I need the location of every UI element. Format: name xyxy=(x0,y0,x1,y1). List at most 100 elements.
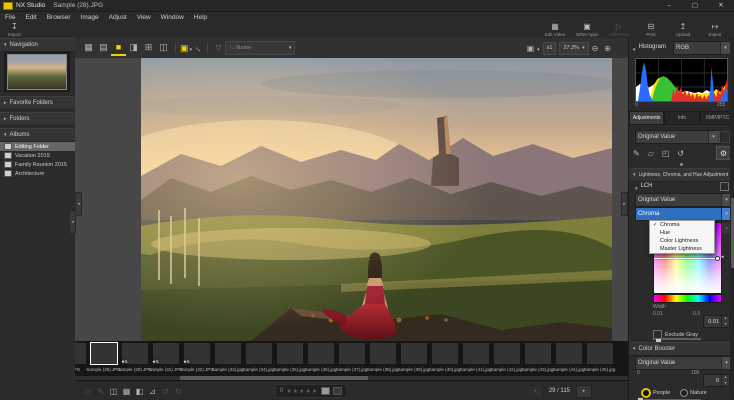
filter-icon[interactable]: ▽ xyxy=(216,44,221,52)
maximize-button[interactable]: ▢ xyxy=(682,0,708,11)
toolbar-button[interactable]: ↥ Upload xyxy=(670,23,696,37)
chevron-down-icon[interactable] xyxy=(537,43,540,53)
zoom-level-dropdown[interactable]: 27.2% xyxy=(559,42,588,55)
menu-item[interactable]: Adjust xyxy=(109,14,127,21)
adjustment-tool-icon[interactable]: ✎ xyxy=(633,149,640,158)
filmstrip-item[interactable]: Sample (36).jpg xyxy=(305,343,336,372)
adjustment-tool-icon[interactable]: ▱ xyxy=(648,149,654,158)
zoom-in-button[interactable]: ⊕ xyxy=(604,44,611,53)
lch-preset-dropdown[interactable]: Original Value xyxy=(635,193,734,207)
gear-icon[interactable]: ⚙ xyxy=(716,146,731,160)
exclude-gray-row[interactable]: Exclude Gray xyxy=(653,330,698,339)
toolbar-button[interactable]: ▷ Slideshow xyxy=(606,23,632,37)
chevron-down-icon[interactable] xyxy=(190,43,193,53)
albums-header[interactable]: Albums + xyxy=(0,128,83,142)
menu-option[interactable]: Master Lightness xyxy=(650,245,714,253)
status-tool-icon[interactable]: ▦ xyxy=(120,387,133,396)
inspector-tab[interactable]: XMP/IPTC xyxy=(700,111,734,125)
filmstrip-item[interactable]: Sample (33).jpg xyxy=(212,343,243,372)
inspector-tab[interactable]: Info xyxy=(664,111,699,125)
adjustments-preset-dropdown[interactable]: Original Value xyxy=(635,130,721,144)
filmstrip-item[interactable]: Sample (37).jpg xyxy=(336,343,367,372)
rating-box[interactable]: 0 ★★★★★ xyxy=(275,384,347,398)
menu-option[interactable]: ✓ Chroma xyxy=(650,221,714,229)
menu-item[interactable]: Browser xyxy=(47,14,71,21)
status-tool-icon[interactable]: ◧ xyxy=(133,387,146,396)
compare-icon[interactable]: ▣ xyxy=(180,43,189,54)
navigation-preview-image[interactable] xyxy=(7,54,67,90)
minimize-button[interactable]: – xyxy=(656,0,682,11)
toolbar-button[interactable]: ⊟ Print xyxy=(638,23,664,37)
navigation-header[interactable]: Navigation xyxy=(0,38,75,52)
filmstrip-item[interactable]: Sample (35).jpg xyxy=(274,343,305,372)
import-button[interactable]: ↧ Import xyxy=(8,23,21,37)
view-mode-icon[interactable]: ◫ xyxy=(156,41,171,54)
booster-value-box[interactable]: 0 ▴▾ xyxy=(703,374,730,387)
menu-item[interactable]: Window xyxy=(161,14,184,21)
fit-view-button[interactable]: ▣ xyxy=(527,44,535,53)
menu-item[interactable]: View xyxy=(137,14,151,21)
adjustment-tool-icon[interactable]: ◰ xyxy=(662,149,670,158)
filmstrip-item[interactable]: Sample (43).jpg xyxy=(522,343,553,372)
album-item[interactable]: Vacation 2019 xyxy=(0,151,75,160)
filmstrip-item[interactable]: ★5 Sample (30).JPG xyxy=(119,343,150,372)
filmstrip-item[interactable]: Sample (39).jpg xyxy=(398,343,429,372)
status-tool-icon[interactable]: ▱ xyxy=(81,387,94,396)
menu-item[interactable]: Edit xyxy=(25,14,36,21)
spectrum-curve-line[interactable] xyxy=(654,258,721,259)
filmstrip-item[interactable]: Sample (41).jpg xyxy=(460,343,491,372)
spectrum-level-marker[interactable]: ◂ xyxy=(721,254,724,260)
sort-dropdown[interactable]: ↑↓ Name xyxy=(225,41,295,55)
filmstrip-item[interactable]: Sample (38).jpg xyxy=(367,343,398,372)
zoom-1to1-button[interactable]: x1 xyxy=(543,42,557,55)
menu-item[interactable]: Image xyxy=(81,14,99,21)
booster-radio-option[interactable]: People xyxy=(641,388,670,398)
status-tool-icon[interactable]: ↺ xyxy=(159,387,172,396)
view-mode-icon[interactable]: ▤ xyxy=(96,41,111,54)
lch-section-header[interactable]: Lightness, Chroma, and Hue Adjustment xyxy=(629,168,734,182)
color-booster-preset-dropdown[interactable]: Original Value xyxy=(635,356,734,370)
status-tool-icon[interactable]: ⊿ xyxy=(146,387,159,396)
color-booster-header[interactable]: Color Booster xyxy=(629,342,734,356)
filmstrip-item[interactable]: Sample (42).jpg xyxy=(491,343,522,372)
filmstrip-item[interactable]: Sample (28).JPG xyxy=(88,343,119,372)
panel-scrollbar[interactable] xyxy=(730,38,734,400)
spectrum-control-point[interactable] xyxy=(715,256,720,261)
filmstrip-item[interactable]: ★5 Sample (32).JPG xyxy=(181,343,212,372)
album-item[interactable]: Architecture xyxy=(0,169,75,178)
viewer-right-grip[interactable]: ▸ xyxy=(621,192,628,216)
view-mode-icon[interactable]: ■ xyxy=(111,41,126,56)
menu-option[interactable]: Hue xyxy=(650,229,714,237)
next-image-button[interactable]: ▸ xyxy=(576,385,592,398)
lch-channel-dropdown[interactable]: Chroma xyxy=(635,207,734,221)
fullscreen-icon[interactable]: ↔ xyxy=(193,42,205,54)
adjustment-tool-icon[interactable]: ↺ xyxy=(677,149,684,158)
album-item[interactable]: Editing Folder xyxy=(0,142,75,151)
status-tool-icon[interactable]: ↻ xyxy=(172,387,185,396)
save-adjustments-button[interactable] xyxy=(719,131,730,143)
dark-label-button[interactable] xyxy=(333,387,342,395)
filmstrip-item[interactable]: Sample (34).jpg xyxy=(243,343,274,372)
previous-image-button[interactable]: ◂ xyxy=(527,385,543,398)
toolbar-button[interactable]: ↦ Export xyxy=(702,23,728,37)
lch-enabled-checkbox[interactable] xyxy=(720,182,729,191)
view-mode-icon[interactable]: ◨ xyxy=(126,41,141,54)
gray-label-button[interactable] xyxy=(321,387,330,395)
filmstrip-item[interactable]: Sample (44).jpg xyxy=(553,343,584,372)
status-tool-icon[interactable]: ◫ xyxy=(107,387,120,396)
menu-option[interactable]: Color Lightness xyxy=(650,237,714,245)
exclude-gray-checkbox[interactable] xyxy=(653,330,662,339)
zoom-out-button[interactable]: ⊖ xyxy=(592,44,599,53)
booster-radio-option[interactable]: Nature xyxy=(680,389,707,397)
filmstrip-item[interactable]: ★5 Sample (31).JPG xyxy=(150,343,181,372)
menu-item[interactable]: File xyxy=(5,14,15,21)
close-button[interactable]: ✕ xyxy=(708,0,734,11)
view-mode-icon[interactable]: ⊞ xyxy=(141,41,156,54)
main-photo[interactable] xyxy=(141,58,612,341)
toolbar-button[interactable]: ▣ Other Apps xyxy=(574,23,600,37)
album-item[interactable]: Family Reunion 2015 xyxy=(0,160,75,169)
menu-item[interactable]: Help xyxy=(194,14,207,21)
inspector-tab[interactable]: Adjustments xyxy=(629,111,664,125)
favorite-folders-header[interactable]: Favorite Folders xyxy=(0,96,83,110)
rating-stars[interactable]: ★★★★★ xyxy=(286,388,318,395)
